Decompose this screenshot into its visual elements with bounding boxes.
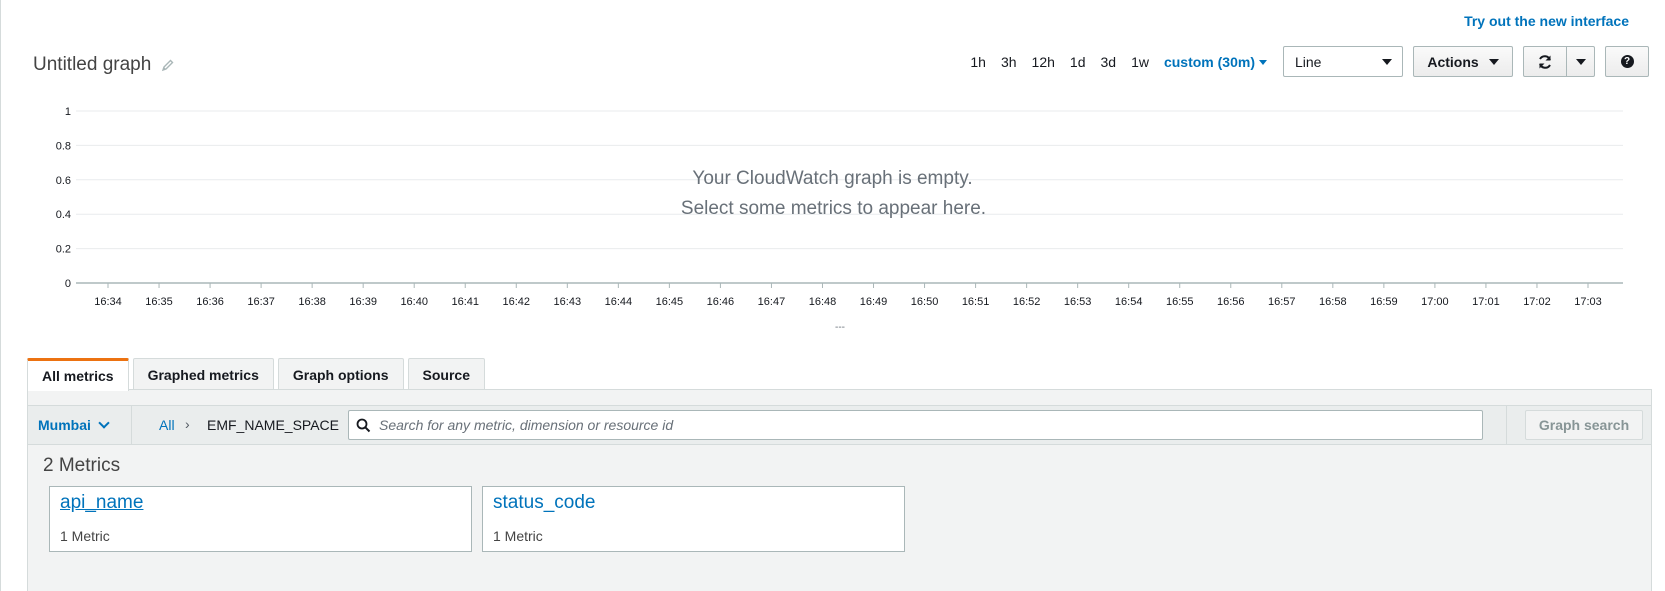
x-tick-label: 16:49 xyxy=(860,296,888,308)
graph-toolbar: 1h 3h 12h 1d 3d 1w custom (30m) Line Act… xyxy=(970,46,1649,77)
tab-all-metrics[interactable]: All metrics xyxy=(27,358,129,391)
divider xyxy=(1506,406,1507,444)
x-tick-label: 16:54 xyxy=(1115,296,1143,308)
chart-type-select[interactable]: Line xyxy=(1283,46,1403,77)
actions-button[interactable]: Actions xyxy=(1413,46,1513,77)
caret-down-icon xyxy=(1488,58,1499,65)
metrics-browser-panel: Mumbai All › EMF_NAME_SPACE Graph search… xyxy=(27,389,1652,591)
x-tick-label: 16:51 xyxy=(962,296,990,308)
chart-svg: 10.80.60.40.2016:34 16:35 16:36 16:37 16:38 1… xyxy=(56,106,1623,333)
range-3d[interactable]: 3d xyxy=(1100,54,1116,70)
search-input[interactable] xyxy=(371,411,1482,439)
y-tick-label: 1 xyxy=(65,106,71,118)
y-tick-label: 0.8 xyxy=(56,140,71,152)
x-tick-label: 16:45 xyxy=(656,296,684,308)
breadcrumb-namespace: EMF_NAME_SPACE xyxy=(207,417,339,433)
y-tick-label: 0 xyxy=(65,278,71,290)
refresh-group xyxy=(1523,46,1595,77)
refresh-interval-dropdown[interactable] xyxy=(1567,46,1595,77)
help-button[interactable]: ? xyxy=(1605,46,1649,77)
chevron-right-icon: › xyxy=(185,416,190,432)
graph-title[interactable]: Untitled graph xyxy=(33,54,151,76)
cloudwatch-metrics-page: Try out the new interface Untitled graph… xyxy=(0,0,1665,591)
range-1w[interactable]: 1w xyxy=(1131,54,1149,70)
range-1d[interactable]: 1d xyxy=(1070,54,1086,70)
x-tick-label: 16:56 xyxy=(1217,296,1245,308)
empty-graph-message: Your CloudWatch graph is empty. xyxy=(692,168,973,189)
help-icon: ? xyxy=(1620,55,1634,68)
x-tick-label: 17:01 xyxy=(1472,296,1500,308)
tab-graph-options[interactable]: Graph options xyxy=(277,358,404,390)
x-tick-label: 16:44 xyxy=(605,296,633,308)
tab-source[interactable]: Source xyxy=(407,358,485,390)
caret-down-icon[interactable] xyxy=(1259,60,1267,65)
actions-label: Actions xyxy=(1427,53,1479,70)
x-tick-label: 16:41 xyxy=(451,296,479,308)
x-tick-label: 16:38 xyxy=(298,296,326,308)
range-12h[interactable]: 12h xyxy=(1032,54,1055,70)
metrics-search-bar: Mumbai All › EMF_NAME_SPACE Graph search xyxy=(28,405,1651,445)
x-tick-label: 16:34 xyxy=(94,296,122,308)
refresh-icon xyxy=(1539,54,1551,69)
chart-type-value: Line xyxy=(1295,53,1322,70)
range-3h[interactable]: 3h xyxy=(1001,54,1017,70)
metric-card-title[interactable]: status_code xyxy=(493,492,595,514)
caret-down-icon xyxy=(1575,58,1586,65)
pencil-icon[interactable] xyxy=(161,58,175,72)
x-tick-label: 16:35 xyxy=(145,296,173,308)
x-tick-label: 16:50 xyxy=(911,296,939,308)
metrics-tabs: All metrics Graphed metrics Graph option… xyxy=(27,358,489,391)
x-tick-label: 16:53 xyxy=(1064,296,1092,308)
x-tick-label: 16:52 xyxy=(1013,296,1041,308)
metric-card[interactable]: status_code 1 Metric xyxy=(482,486,905,552)
x-tick-label: 16:42 xyxy=(503,296,531,308)
metric-card-title[interactable]: api_name xyxy=(60,492,143,514)
x-tick-label: 16:57 xyxy=(1268,296,1296,308)
y-tick-label: 0.2 xyxy=(56,244,71,256)
x-tick-label: 17:02 xyxy=(1523,296,1551,308)
x-tick-label: 16:43 xyxy=(554,296,582,308)
x-tick-label: 16:58 xyxy=(1319,296,1347,308)
x-tick-label: 16:46 xyxy=(707,296,735,308)
x-tick-label: 16:47 xyxy=(758,296,786,308)
search-field[interactable] xyxy=(348,410,1483,440)
try-new-interface-link[interactable]: Try out the new interface xyxy=(1464,13,1629,29)
x-tick-label: 16:40 xyxy=(400,296,428,308)
chevron-down-icon xyxy=(98,417,110,429)
tab-graphed-metrics[interactable]: Graphed metrics xyxy=(132,358,274,390)
empty-graph-hint: Select some metrics to appear here. xyxy=(680,198,987,219)
region-selector[interactable]: Mumbai xyxy=(28,406,132,444)
x-tick-label: 17:03 xyxy=(1574,296,1602,308)
x-axis-label: --- xyxy=(835,322,845,333)
breadcrumb-all[interactable]: All xyxy=(159,417,175,433)
graph-search-button[interactable]: Graph search xyxy=(1525,410,1643,440)
x-tick-label: 16:59 xyxy=(1370,296,1398,308)
x-tick-label: 16:37 xyxy=(247,296,275,308)
x-tick-label: 16:39 xyxy=(349,296,377,308)
metric-card-count: 1 Metric xyxy=(493,528,543,544)
range-1h[interactable]: 1h xyxy=(970,54,986,70)
metric-card[interactable]: api_name 1 Metric xyxy=(49,486,472,552)
x-tick-label: 16:55 xyxy=(1166,296,1194,308)
x-tick-label: 16:36 xyxy=(196,296,224,308)
range-custom[interactable]: custom (30m) xyxy=(1164,54,1255,70)
metric-card-count: 1 Metric xyxy=(60,528,110,544)
region-label: Mumbai xyxy=(38,417,91,433)
metrics-chart: 1 0.8 0.6 0.4 0.2 0 16:34 16:35 16:36 16:37 16:38 1… xyxy=(1,95,1665,355)
caret-down-icon xyxy=(1382,58,1392,65)
refresh-button[interactable] xyxy=(1523,46,1567,77)
x-tick-label: 17:00 xyxy=(1421,296,1449,308)
search-icon xyxy=(356,418,371,432)
metrics-count: 2 Metrics xyxy=(43,455,121,476)
x-tick-label: 16:48 xyxy=(809,296,837,308)
